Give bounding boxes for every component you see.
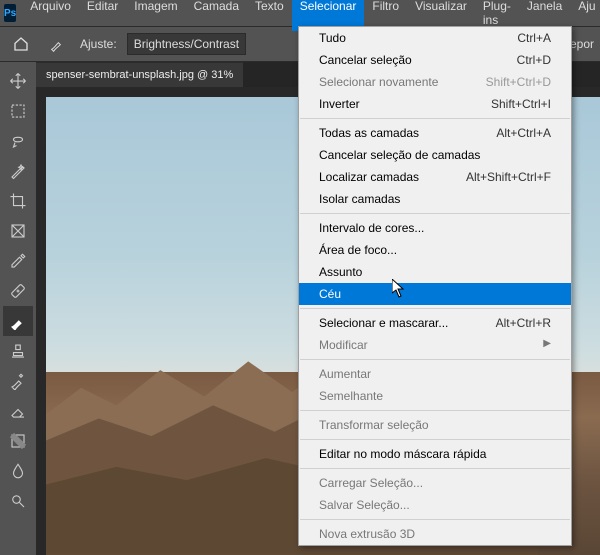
menu-item-rea-de-foco[interactable]: Área de foco... bbox=[299, 239, 571, 261]
menu-item-label: Céu bbox=[319, 287, 341, 301]
selecionar-menu: Tudo Ctrl+A Cancelar seleção Ctrl+D Selecion… bbox=[298, 26, 572, 546]
menu-editar[interactable]: Editar bbox=[79, 0, 126, 31]
history-brush-tool[interactable] bbox=[3, 366, 33, 396]
eyedropper-tool[interactable] bbox=[3, 246, 33, 276]
menu-item-label: Transformar seleção bbox=[319, 418, 429, 432]
menu-separator bbox=[300, 410, 570, 411]
menu-aju[interactable]: Aju bbox=[570, 0, 600, 31]
menu-separator bbox=[300, 359, 570, 360]
document-tab[interactable]: spenser-sembrat-unsplash.jpg @ 31% bbox=[36, 62, 243, 87]
menu-item-label: Cancelar seleção bbox=[319, 53, 412, 67]
tools-panel bbox=[0, 62, 36, 555]
healing-tool[interactable] bbox=[3, 276, 33, 306]
menu-item-label: Cancelar seleção de camadas bbox=[319, 148, 480, 162]
menu-item-editar-no-modo-m-scara-r-pida[interactable]: Editar no modo máscara rápida bbox=[299, 443, 571, 465]
marquee-tool[interactable] bbox=[3, 96, 33, 126]
menu-separator bbox=[300, 468, 570, 469]
menu-item-carregar-sele-o: Carregar Seleção... bbox=[299, 472, 571, 494]
menu-item-label: Assunto bbox=[319, 265, 362, 279]
menu-separator bbox=[300, 439, 570, 440]
menu-item-nova-extrus-o-3d: Nova extrusão 3D bbox=[299, 523, 571, 545]
adjust-dropdown[interactable]: Brightness/Contrast bbox=[127, 33, 246, 55]
menu-item-cancelar-sele-o-de-camadas[interactable]: Cancelar seleção de camadas bbox=[299, 144, 571, 166]
menubar: Ps ArquivoEditarImagemCamadaTextoSelecio… bbox=[0, 0, 600, 26]
menu-item-salvar-sele-o: Salvar Seleção... bbox=[299, 494, 571, 516]
menu-item-label: Localizar camadas bbox=[319, 170, 419, 184]
blur-tool[interactable] bbox=[3, 456, 33, 486]
crop-tool[interactable] bbox=[3, 186, 33, 216]
menu-separator bbox=[300, 213, 570, 214]
menu-item-shortcut: Alt+Ctrl+R bbox=[496, 316, 551, 330]
menu-item-shortcut: Alt+Shift+Ctrl+F bbox=[466, 170, 551, 184]
menu-imagem[interactable]: Imagem bbox=[126, 0, 185, 31]
brush-tool[interactable] bbox=[3, 306, 33, 336]
menu-item-label: Área de foco... bbox=[319, 243, 397, 257]
menu-separator bbox=[300, 308, 570, 309]
stamp-tool[interactable] bbox=[3, 336, 33, 366]
menu-item-semelhante: Semelhante bbox=[299, 385, 571, 407]
menu-item-label: Selecionar e mascarar... bbox=[319, 316, 448, 330]
menu-item-selecionar-e-mascarar[interactable]: Selecionar e mascarar... Alt+Ctrl+R bbox=[299, 312, 571, 334]
menu-item-cancelar-sele-o[interactable]: Cancelar seleção Ctrl+D bbox=[299, 49, 571, 71]
menu-item-localizar-camadas[interactable]: Localizar camadas Alt+Shift+Ctrl+F bbox=[299, 166, 571, 188]
submenu-arrow-icon: ▶ bbox=[543, 338, 551, 352]
move-tool[interactable] bbox=[3, 66, 33, 96]
frame-tool[interactable] bbox=[3, 216, 33, 246]
menu-item-label: Editar no modo máscara rápida bbox=[319, 447, 486, 461]
menu-item-isolar-camadas[interactable]: Isolar camadas bbox=[299, 188, 571, 210]
menu-item-label: Salvar Seleção... bbox=[319, 498, 410, 512]
menu-item-label: Selecionar novamente bbox=[319, 75, 438, 89]
menu-item-label: Aumentar bbox=[319, 367, 371, 381]
menu-item-label: Nova extrusão 3D bbox=[319, 527, 415, 541]
home-icon[interactable] bbox=[8, 31, 34, 57]
menu-item-label: Modificar bbox=[319, 338, 368, 352]
eraser-tool[interactable] bbox=[3, 396, 33, 426]
menu-item-shortcut: Ctrl+D bbox=[517, 53, 551, 67]
menu-item-modificar: Modificar ▶ bbox=[299, 334, 571, 356]
lasso-tool[interactable] bbox=[3, 126, 33, 156]
menu-item-label: Carregar Seleção... bbox=[319, 476, 423, 490]
menu-item-aumentar: Aumentar bbox=[299, 363, 571, 385]
menu-item-c-u[interactable]: Céu bbox=[299, 283, 571, 305]
menu-item-label: Inverter bbox=[319, 97, 360, 111]
tool-preset-icon[interactable] bbox=[44, 31, 70, 57]
menu-item-label: Intervalo de cores... bbox=[319, 221, 424, 235]
menu-texto[interactable]: Texto bbox=[247, 0, 292, 31]
menu-item-tudo[interactable]: Tudo Ctrl+A bbox=[299, 27, 571, 49]
app-logo: Ps bbox=[4, 4, 16, 22]
adjust-label: Ajuste: bbox=[80, 37, 117, 51]
menu-item-assunto[interactable]: Assunto bbox=[299, 261, 571, 283]
menu-item-shortcut: Shift+Ctrl+D bbox=[486, 75, 551, 89]
menu-camada[interactable]: Camada bbox=[186, 0, 247, 31]
menu-item-transformar-sele-o: Transformar seleção bbox=[299, 414, 571, 436]
wand-tool[interactable] bbox=[3, 156, 33, 186]
menu-item-todas-as-camadas[interactable]: Todas as camadas Alt+Ctrl+A bbox=[299, 122, 571, 144]
menu-item-label: Tudo bbox=[319, 31, 346, 45]
gradient-tool[interactable] bbox=[3, 426, 33, 456]
menu-item-inverter[interactable]: Inverter Shift+Ctrl+I bbox=[299, 93, 571, 115]
menu-item-shortcut: Alt+Ctrl+A bbox=[496, 126, 551, 140]
menu-item-selecionar-novamente: Selecionar novamente Shift+Ctrl+D bbox=[299, 71, 571, 93]
menu-item-shortcut: Shift+Ctrl+I bbox=[491, 97, 551, 111]
menu-item-intervalo-de-cores[interactable]: Intervalo de cores... bbox=[299, 217, 571, 239]
menu-separator bbox=[300, 118, 570, 119]
menu-item-label: Todas as camadas bbox=[319, 126, 419, 140]
dodge-tool[interactable] bbox=[3, 486, 33, 516]
menu-arquivo[interactable]: Arquivo bbox=[22, 0, 79, 31]
menu-item-shortcut: Ctrl+A bbox=[517, 31, 551, 45]
menu-item-label: Semelhante bbox=[319, 389, 383, 403]
menu-separator bbox=[300, 519, 570, 520]
menu-item-label: Isolar camadas bbox=[319, 192, 400, 206]
